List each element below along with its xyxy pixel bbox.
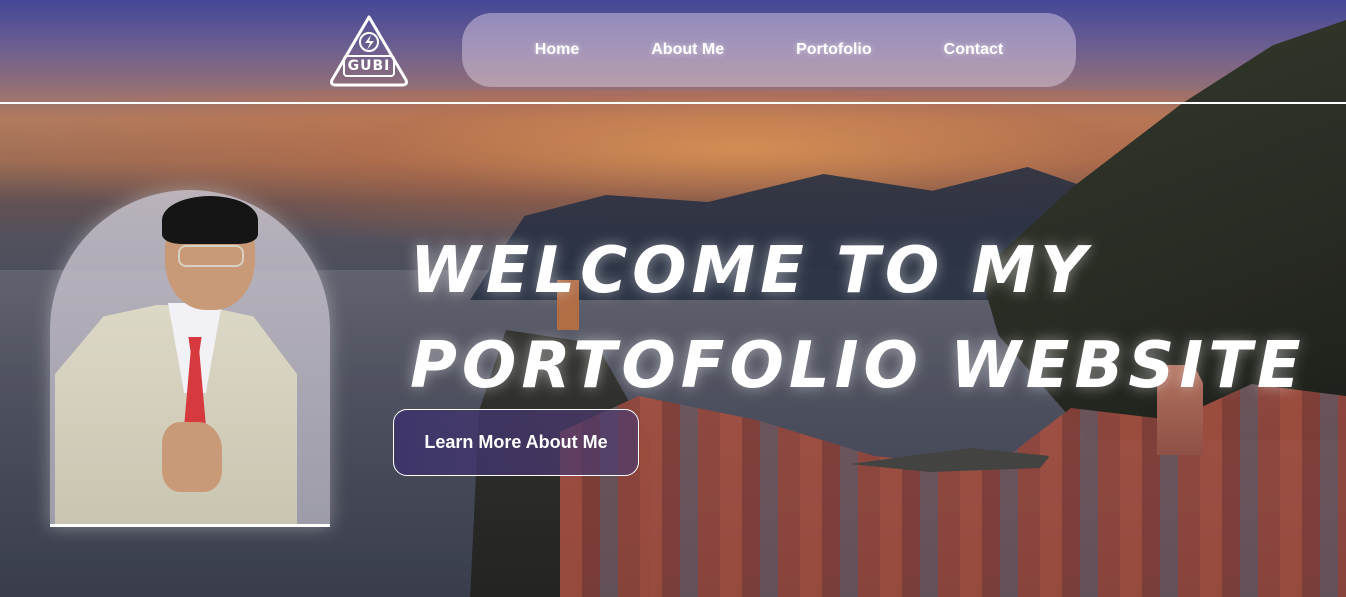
site-logo[interactable]: GUBI <box>328 14 410 88</box>
nav-contact[interactable]: Contact <box>944 41 1004 59</box>
nav-about-me[interactable]: About Me <box>651 41 724 59</box>
hero-title-line2: PORTOFOLIO WEBSITE <box>410 329 1306 403</box>
nav-home[interactable]: Home <box>535 41 579 59</box>
person-thumbs-up-hand <box>162 422 222 492</box>
learn-more-button[interactable]: Learn More About Me <box>393 409 639 476</box>
triangle-lightning-icon <box>330 15 408 87</box>
main-nav: Home About Me Portofolio Contact <box>462 13 1076 87</box>
hero-title-line1: WELCOME TO MY <box>410 234 1092 308</box>
hero-title: WELCOME TO MY PORTOFOLIO WEBSITE <box>410 224 1310 414</box>
site-header: GUBI Home About Me Portofolio Contact <box>0 0 1346 104</box>
person-glasses <box>178 245 244 267</box>
person-hair <box>162 196 258 244</box>
profile-portrait <box>50 190 330 527</box>
logo-text: GUBI <box>347 58 391 74</box>
nav-portofolio[interactable]: Portofolio <box>796 41 872 59</box>
